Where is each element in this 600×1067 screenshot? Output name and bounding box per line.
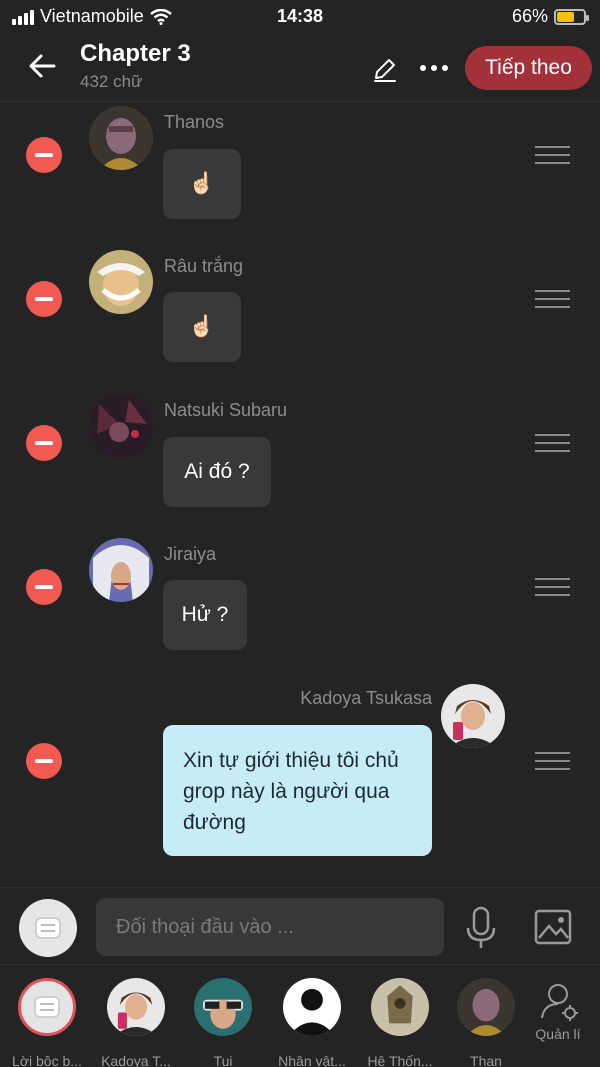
remove-message-button[interactable]: [26, 743, 62, 779]
character-name: Thanos: [164, 112, 225, 132]
message-bubble[interactable]: Ai đó ?: [163, 437, 271, 507]
avatar: [194, 978, 252, 1036]
avatar: [457, 978, 515, 1036]
remove-message-button[interactable]: [26, 281, 62, 317]
avatar[interactable]: [89, 250, 153, 314]
character-name: Natsuki Subaru: [164, 400, 288, 420]
message-bubble[interactable]: ☝🏻: [163, 292, 241, 362]
user-settings-icon: [541, 984, 578, 1021]
drag-handle-icon[interactable]: [535, 578, 570, 598]
narration-toggle-button[interactable]: [19, 899, 77, 957]
drag-handle-icon[interactable]: [535, 434, 570, 454]
avatar[interactable]: [441, 684, 505, 748]
battery-percent: 66%: [511, 6, 548, 26]
image-icon[interactable]: [534, 908, 572, 946]
chat-bubble-icon: [34, 996, 60, 1018]
character-item[interactable]: Than: [448, 978, 524, 1067]
avatar: [107, 978, 165, 1036]
character-item[interactable]: Hệ Thốn...: [362, 978, 438, 1067]
manage-button[interactable]: Quản lí: [528, 982, 588, 1052]
page-title: Chapter 3: [80, 40, 191, 67]
character-label: Lời bộc b...: [12, 1053, 82, 1067]
clock: 14:38: [276, 6, 324, 26]
manage-label: Quản lí: [535, 1026, 581, 1042]
character-label: Tui: [213, 1053, 233, 1067]
remove-message-button[interactable]: [26, 425, 62, 461]
character-label: Hệ Thốn...: [367, 1053, 433, 1067]
microphone-icon[interactable]: [464, 906, 498, 950]
avatar[interactable]: [89, 538, 153, 602]
character-item-narration[interactable]: Lời bộc b...: [9, 978, 85, 1067]
character-name: Jiraiya: [164, 544, 217, 564]
character-item[interactable]: Nhân vật...: [274, 978, 350, 1067]
character-label: Nhân vật...: [278, 1053, 346, 1067]
message-bubble[interactable]: Hử ?: [163, 580, 247, 650]
battery-icon: [554, 8, 589, 25]
pencil-icon[interactable]: [370, 54, 400, 84]
character-name: Râu trắng: [164, 256, 244, 276]
more-options-icon[interactable]: [414, 56, 454, 80]
status-bar: Vietnamobile 14:38 66%: [0, 0, 600, 32]
word-count: 432 chữ: [80, 72, 143, 91]
input-bar: [0, 887, 600, 965]
drag-handle-icon[interactable]: [535, 146, 570, 166]
avatar: [283, 978, 341, 1036]
avatar: [371, 978, 429, 1036]
character-name: Kadoya Tsukasa: [300, 688, 432, 708]
message-bubble[interactable]: ☝🏻: [163, 149, 241, 219]
remove-message-button[interactable]: [26, 569, 62, 605]
chapter-header: Chapter 3 432 chữ Tiếp theo: [0, 32, 600, 102]
drag-handle-icon[interactable]: [535, 752, 570, 772]
message-bubble[interactable]: Xin tự giới thiệu tôi chủ grop này là ng…: [163, 725, 432, 856]
back-arrow-icon[interactable]: [26, 50, 58, 82]
next-chapter-button[interactable]: Tiếp theo: [465, 46, 592, 90]
character-label: Than: [470, 1053, 502, 1067]
battery-level: [557, 11, 575, 22]
character-label: Kadoya T...: [101, 1053, 171, 1067]
remove-message-button[interactable]: [26, 137, 62, 173]
avatar[interactable]: [89, 106, 153, 170]
avatar[interactable]: [89, 394, 153, 458]
drag-handle-icon[interactable]: [535, 290, 570, 310]
dialogue-input[interactable]: [96, 898, 444, 956]
chat-bubble-icon: [35, 917, 61, 939]
character-item[interactable]: Tui: [185, 978, 261, 1067]
character-item[interactable]: Kadoya T...: [98, 978, 174, 1067]
character-strip: Lời bộc b... Kadoya T... Tui Nhân vật...…: [0, 966, 600, 1067]
